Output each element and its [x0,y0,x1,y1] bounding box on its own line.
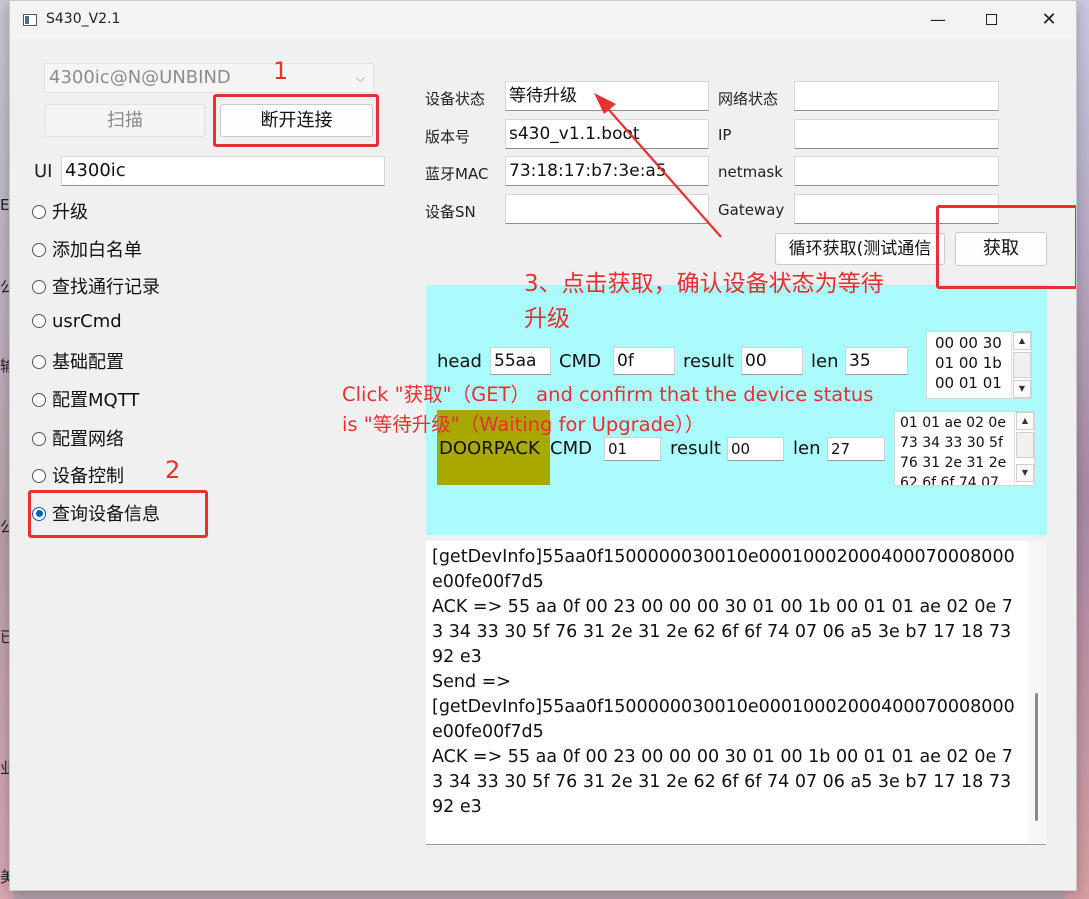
log-textarea[interactable]: [getDevInfo]55aa0f1500000030010e00010002… [426,541,1046,845]
radio-icon [32,354,46,369]
menu-radio-network-config[interactable]: 配置网络 [32,425,124,451]
scroll-up-icon[interactable]: ▲ [1016,412,1034,430]
radio-icon [32,313,46,328]
head-field[interactable]: 55aa [490,347,551,375]
doorpack-result-field[interactable]: 00 [727,437,784,461]
menu-radio-device-control[interactable]: 设备控制 [32,462,124,488]
doorpack-cmd-label: CMD [550,438,592,459]
menu-radio-label: usrCmd [52,311,122,332]
netmask-label: netmask [718,163,783,181]
result-field[interactable]: 00 [741,347,803,375]
radio-icon [32,242,46,257]
scroll-thumb[interactable] [1016,432,1034,458]
cmd-label: CMD [559,351,601,372]
doorpack-data-memo[interactable]: 01 01 ae 02 0e 73 34 33 30 5f 76 31 2e 3… [894,411,1035,486]
minimize-button[interactable]: — [915,1,961,39]
network-status-label: 网络状态 [718,90,779,108]
scroll-thumb[interactable] [1013,352,1031,378]
radio-icon [32,204,46,219]
memo-scrollbar[interactable]: ▲ ▼ [1011,332,1031,398]
maximize-button[interactable] [968,1,1014,39]
log-text: [getDevInfo]55aa0f1500000030010e00010002… [432,547,1015,817]
radio-icon [32,468,46,483]
device-select[interactable]: 4300ic@N@UNBIND ⌵ [44,63,374,93]
doorpack-len-label: len [793,438,821,459]
menu-radio-access-records[interactable]: 查找通行记录 [32,273,160,299]
window-title: S430_V2.1 [46,11,121,27]
menu-radio-usrcmd[interactable]: usrCmd [32,311,122,337]
len-label: len [811,351,839,372]
menu-radio-label: 设备控制 [52,466,124,487]
packet-data-memo[interactable]: 00 00 30 01 00 1b 00 01 01 ▲ ▼ [926,331,1032,399]
chevron-down-icon: ⌵ [355,71,365,85]
memo-line: 01 01 ae 02 0e [900,415,1006,431]
menu-radio-whitelist[interactable]: 添加白名单 [32,236,142,262]
annotation-step-1: 1 [273,57,289,85]
ui-input[interactable]: 4300ic [61,156,385,186]
memo-line: 73 34 33 30 5f [900,435,1003,451]
radio-icon [32,279,46,294]
radio-icon [32,392,46,407]
doorpack-len-field[interactable]: 27 [827,437,885,461]
menu-radio-label: 升级 [52,202,88,223]
scroll-down-icon[interactable]: ▼ [1016,464,1034,482]
result-label: result [683,351,734,372]
annotation-step-3-line2: 升级 [524,306,570,332]
netmask-field[interactable] [794,156,999,186]
annotation-step-2: 2 [165,456,181,484]
bt-mac-label: 蓝牙MAC [425,165,489,183]
ip-label: IP [718,126,732,144]
memo-scrollbar[interactable]: ▲ ▼ [1014,412,1034,485]
scroll-up-icon[interactable]: ▲ [1013,332,1031,350]
doorpack-result-label: result [670,438,721,459]
annotation-english-line2: is "等待升级"（Waiting for Upgrade）） [342,413,705,436]
ip-field[interactable] [794,119,999,149]
head-label: head [437,351,482,372]
version-field[interactable]: s430_v1.1.boot [505,119,709,149]
annotation-box-1 [213,94,379,147]
network-status-field[interactable] [794,81,999,111]
version-label: 版本号 [425,128,471,146]
annotation-english-line1: Click "获取"（GET） and confirm that the dev… [342,383,874,406]
menu-radio-label: 查找通行记录 [52,277,160,298]
menu-radio-mqtt-config[interactable]: 配置MQTT [32,386,139,412]
menu-radio-label: 配置MQTT [52,390,140,411]
annotation-step-3-line1: 3、点击获取，确认设备状态为等待 [524,271,884,297]
menu-radio-label: 基础配置 [52,352,124,373]
menu-radio-label: 配置网络 [52,429,124,450]
log-scrollbar[interactable] [1028,541,1046,844]
menu-radio-basic-config[interactable]: 基础配置 [32,348,124,374]
radio-icon [32,431,46,446]
bt-mac-field[interactable]: 73:18:17:b7:3e:a5 [505,156,709,186]
close-button[interactable]: ✕ [1026,1,1072,39]
annotation-box-2 [28,490,208,538]
device-status-label: 设备状态 [425,90,486,108]
app-window: S430_V2.1 — ✕ 4300ic@N@UNBIND ⌵ 扫描 断开连接 … [9,0,1077,891]
device-sn-label: 设备SN [425,203,476,221]
cmd-field[interactable]: 0f [613,347,675,375]
menu-radio-label: 添加白名单 [52,240,142,261]
doorpack-cmd-field[interactable]: 01 [604,437,661,461]
scroll-down-icon[interactable]: ▼ [1013,380,1031,398]
ui-label: UI [34,161,53,182]
gateway-label: Gateway [718,201,785,219]
annotation-box-3 [936,205,1076,289]
len-field[interactable]: 35 [845,347,908,375]
loop-get-button[interactable]: 循环获取(测试通信 [775,233,945,265]
memo-line: 76 31 2e 31 2e [900,455,1007,471]
app-icon [23,14,37,26]
device-sn-field[interactable] [505,194,709,224]
device-select-value: 4300ic@N@UNBIND [49,67,231,88]
scan-button[interactable]: 扫描 [45,104,205,137]
title-bar[interactable]: S430_V2.1 — ✕ [10,1,1076,39]
maximize-icon [985,13,997,25]
memo-line: 62 6f 6f 74 07 [900,475,999,486]
device-status-field[interactable]: 等待升级 [505,81,709,111]
menu-radio-upgrade[interactable]: 升级 [32,198,88,224]
scroll-thumb[interactable] [1035,693,1038,821]
